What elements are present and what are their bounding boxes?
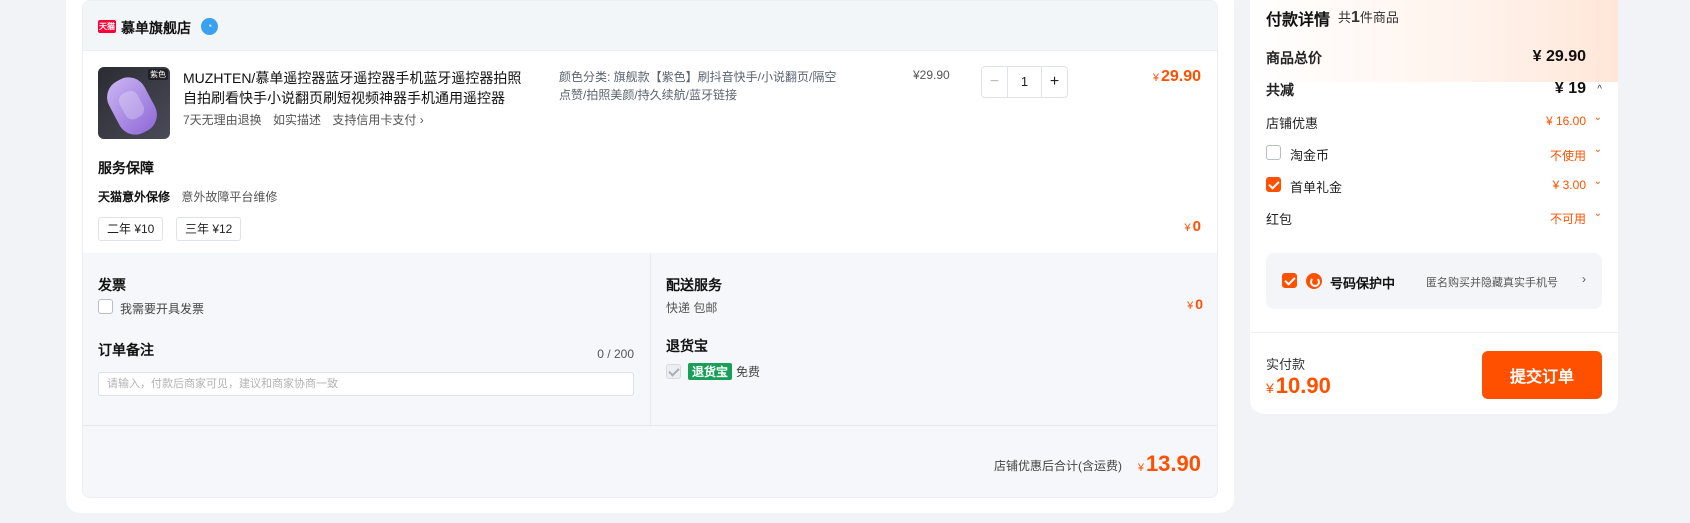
invoice-remark-section: 发票 我需要开具发票 订单备注 0 / 200 xyxy=(83,253,651,425)
item-count: 共1件商品 xyxy=(1338,7,1399,27)
remark-counter: 0 / 200 xyxy=(597,347,634,361)
taojinbi-value[interactable]: 不使用 xyxy=(1550,147,1586,164)
number-protection[interactable]: 号码保护中 匿名购买并隐藏真实手机号 › xyxy=(1266,253,1602,309)
currency-symbol: ¥ xyxy=(1266,380,1274,396)
tmall-icon: 天猫 xyxy=(98,20,116,33)
chevron-down-icon[interactable]: ⌄ xyxy=(1594,112,1602,123)
delivery-fee: ¥0 xyxy=(1187,296,1203,312)
decrease-button[interactable]: − xyxy=(982,67,1008,97)
goods-total-value: ¥ 29.90 xyxy=(1532,48,1586,65)
submit-order-button[interactable]: 提交订单 xyxy=(1482,351,1602,399)
color-tag: 紫色 xyxy=(148,69,168,80)
quantity-stepper: − 1 + xyxy=(981,66,1068,98)
count-prefix: 共 xyxy=(1338,10,1352,25)
guarantee-desc: 意外故障平台维修 xyxy=(181,190,278,204)
guarantee-price: ¥0 xyxy=(1185,218,1201,235)
store-header: 天猫 慕单旗舰店 ◔ xyxy=(83,1,1217,51)
store-total: ¥13.90 xyxy=(1138,451,1201,477)
paid-amount-value: 10.90 xyxy=(1275,373,1331,398)
taojinbi-label: 淘金币 xyxy=(1290,148,1330,163)
service-tag: 7天无理由退换 xyxy=(183,113,262,127)
guarantee-price-value: 0 xyxy=(1192,218,1201,235)
payment-title: 付款详情 xyxy=(1266,12,1331,29)
store-order-card: 天猫 慕单旗舰店 ◔ 紫色 MUZHTEN/慕单遥控器蓝牙遥控器手机蓝牙遥控器拍… xyxy=(82,0,1218,498)
return-insurance-badge: 退货宝 xyxy=(688,363,733,380)
store-total-value: 13.90 xyxy=(1145,451,1201,476)
number-protection-desc: 匿名购买并隐藏真实手机号 xyxy=(1426,277,1558,289)
guarantee-option-3y[interactable]: 三年 ¥12 xyxy=(176,217,242,241)
remote-control-image xyxy=(100,71,164,139)
delivery-section: 配送服务 快递 包邮 ¥0 退货宝 退货宝 免费 xyxy=(651,253,1217,425)
guarantee-title: 服务保障 xyxy=(98,160,154,176)
guarantee-name: 天猫意外保修 xyxy=(98,190,171,204)
product-image[interactable]: 紫色 xyxy=(98,67,170,139)
invoice-checkbox-label[interactable]: 我需要开具发票 xyxy=(120,300,204,317)
taojinbi-checkbox[interactable] xyxy=(1266,145,1281,160)
store-discount-value[interactable]: ¥ 16.00 xyxy=(1546,114,1586,128)
chevron-down-icon[interactable]: ⌄ xyxy=(1594,176,1602,187)
product-title[interactable]: MUZHTEN/慕单遥控器蓝牙遥控器手机蓝牙遥控器拍照自拍刷看快手小说翻页刷短视… xyxy=(183,68,523,108)
sku-info[interactable]: 颜色分类: 旗舰款【紫色】刷抖音快手/小说翻页/隔空点赞/拍照美颜/持久续航/蓝… xyxy=(559,68,839,104)
increase-button[interactable]: + xyxy=(1041,67,1067,97)
invoice-checkbox[interactable] xyxy=(98,299,113,314)
paid-label: 实付款 xyxy=(1266,357,1306,372)
delivery-fee-value: 0 xyxy=(1195,296,1203,312)
quantity-input[interactable]: 1 xyxy=(1008,67,1041,97)
store-total-label: 店铺优惠后合计(含运费) xyxy=(994,459,1122,473)
goods-total-label: 商品总价 xyxy=(1266,50,1322,66)
chevron-down-icon[interactable]: ⌄ xyxy=(1594,144,1602,155)
service-tags: 7天无理由退换 如实描述 支持信用卡支付 › xyxy=(183,111,432,128)
store-name[interactable]: 慕单旗舰店 xyxy=(121,18,191,38)
store-footer: 店铺优惠后合计(含运费) ¥13.90 xyxy=(83,425,1217,497)
number-protection-title: 号码保护中 xyxy=(1330,276,1396,291)
delivery-method: 快递 包邮 xyxy=(666,301,718,315)
count-suffix: 件商品 xyxy=(1359,10,1399,25)
guarantee-row: 天猫意外保修 意外故障平台维修 xyxy=(98,188,277,205)
discount-value[interactable]: ¥ 19 xyxy=(1555,80,1586,98)
currency-symbol: ¥ xyxy=(1184,222,1191,234)
item-total-value: 29.90 xyxy=(1160,68,1201,85)
item-total: ¥29.90 xyxy=(1153,68,1201,86)
return-insurance-label: 免费 xyxy=(736,365,761,379)
paid-amount: ¥10.90 xyxy=(1266,373,1331,399)
chevron-right-icon[interactable]: › xyxy=(1582,272,1586,286)
return-insurance-row: 退货宝 免费 xyxy=(688,363,760,380)
return-insurance-title: 退货宝 xyxy=(666,338,708,354)
payment-panel: 付款详情 共1件商品 商品总价 ¥ 29.90 共减 ¥ 19 ^ 店铺优惠 ¥… xyxy=(1250,0,1618,414)
redpacket-label: 红包 xyxy=(1266,212,1293,227)
first-gift-value[interactable]: ¥ 3.00 xyxy=(1553,178,1586,192)
service-tag: 如实描述 xyxy=(273,113,322,127)
divider xyxy=(1250,332,1618,333)
redpacket-value[interactable]: 不可用 xyxy=(1550,210,1586,227)
discount-label[interactable]: 共减 xyxy=(1266,80,1294,100)
count-value: 1 xyxy=(1351,9,1360,26)
wangwang-icon[interactable]: ◔ xyxy=(201,18,218,35)
shield-icon xyxy=(1306,273,1322,289)
invoice-title: 发票 xyxy=(98,277,126,293)
currency-symbol: ¥ xyxy=(1152,72,1159,84)
currency-symbol: ¥ xyxy=(1187,300,1194,312)
collapse-chevron-icon[interactable]: ^ xyxy=(1597,84,1602,95)
order-item: 紫色 MUZHTEN/慕单遥控器蓝牙遥控器手机蓝牙遥控器拍照自拍刷看快手小说翻页… xyxy=(83,51,1217,253)
remark-title: 订单备注 xyxy=(98,342,154,358)
delivery-title: 配送服务 xyxy=(666,277,722,293)
credit-card-link[interactable]: 支持信用卡支付 › xyxy=(332,113,423,127)
currency-symbol: ¥ xyxy=(1137,462,1144,474)
first-gift-label: 首单礼金 xyxy=(1290,180,1343,195)
chevron-down-icon[interactable]: ⌄ xyxy=(1594,208,1602,219)
store-discount-label: 店铺优惠 xyxy=(1266,116,1319,131)
number-protection-checkbox[interactable] xyxy=(1282,273,1297,288)
first-gift-checkbox[interactable] xyxy=(1266,177,1281,192)
guarantee-option-2y[interactable]: 二年 ¥10 xyxy=(98,217,164,241)
remark-input[interactable] xyxy=(98,372,634,396)
return-insurance-checkbox xyxy=(666,364,681,379)
unit-price: ¥29.90 xyxy=(913,68,950,82)
